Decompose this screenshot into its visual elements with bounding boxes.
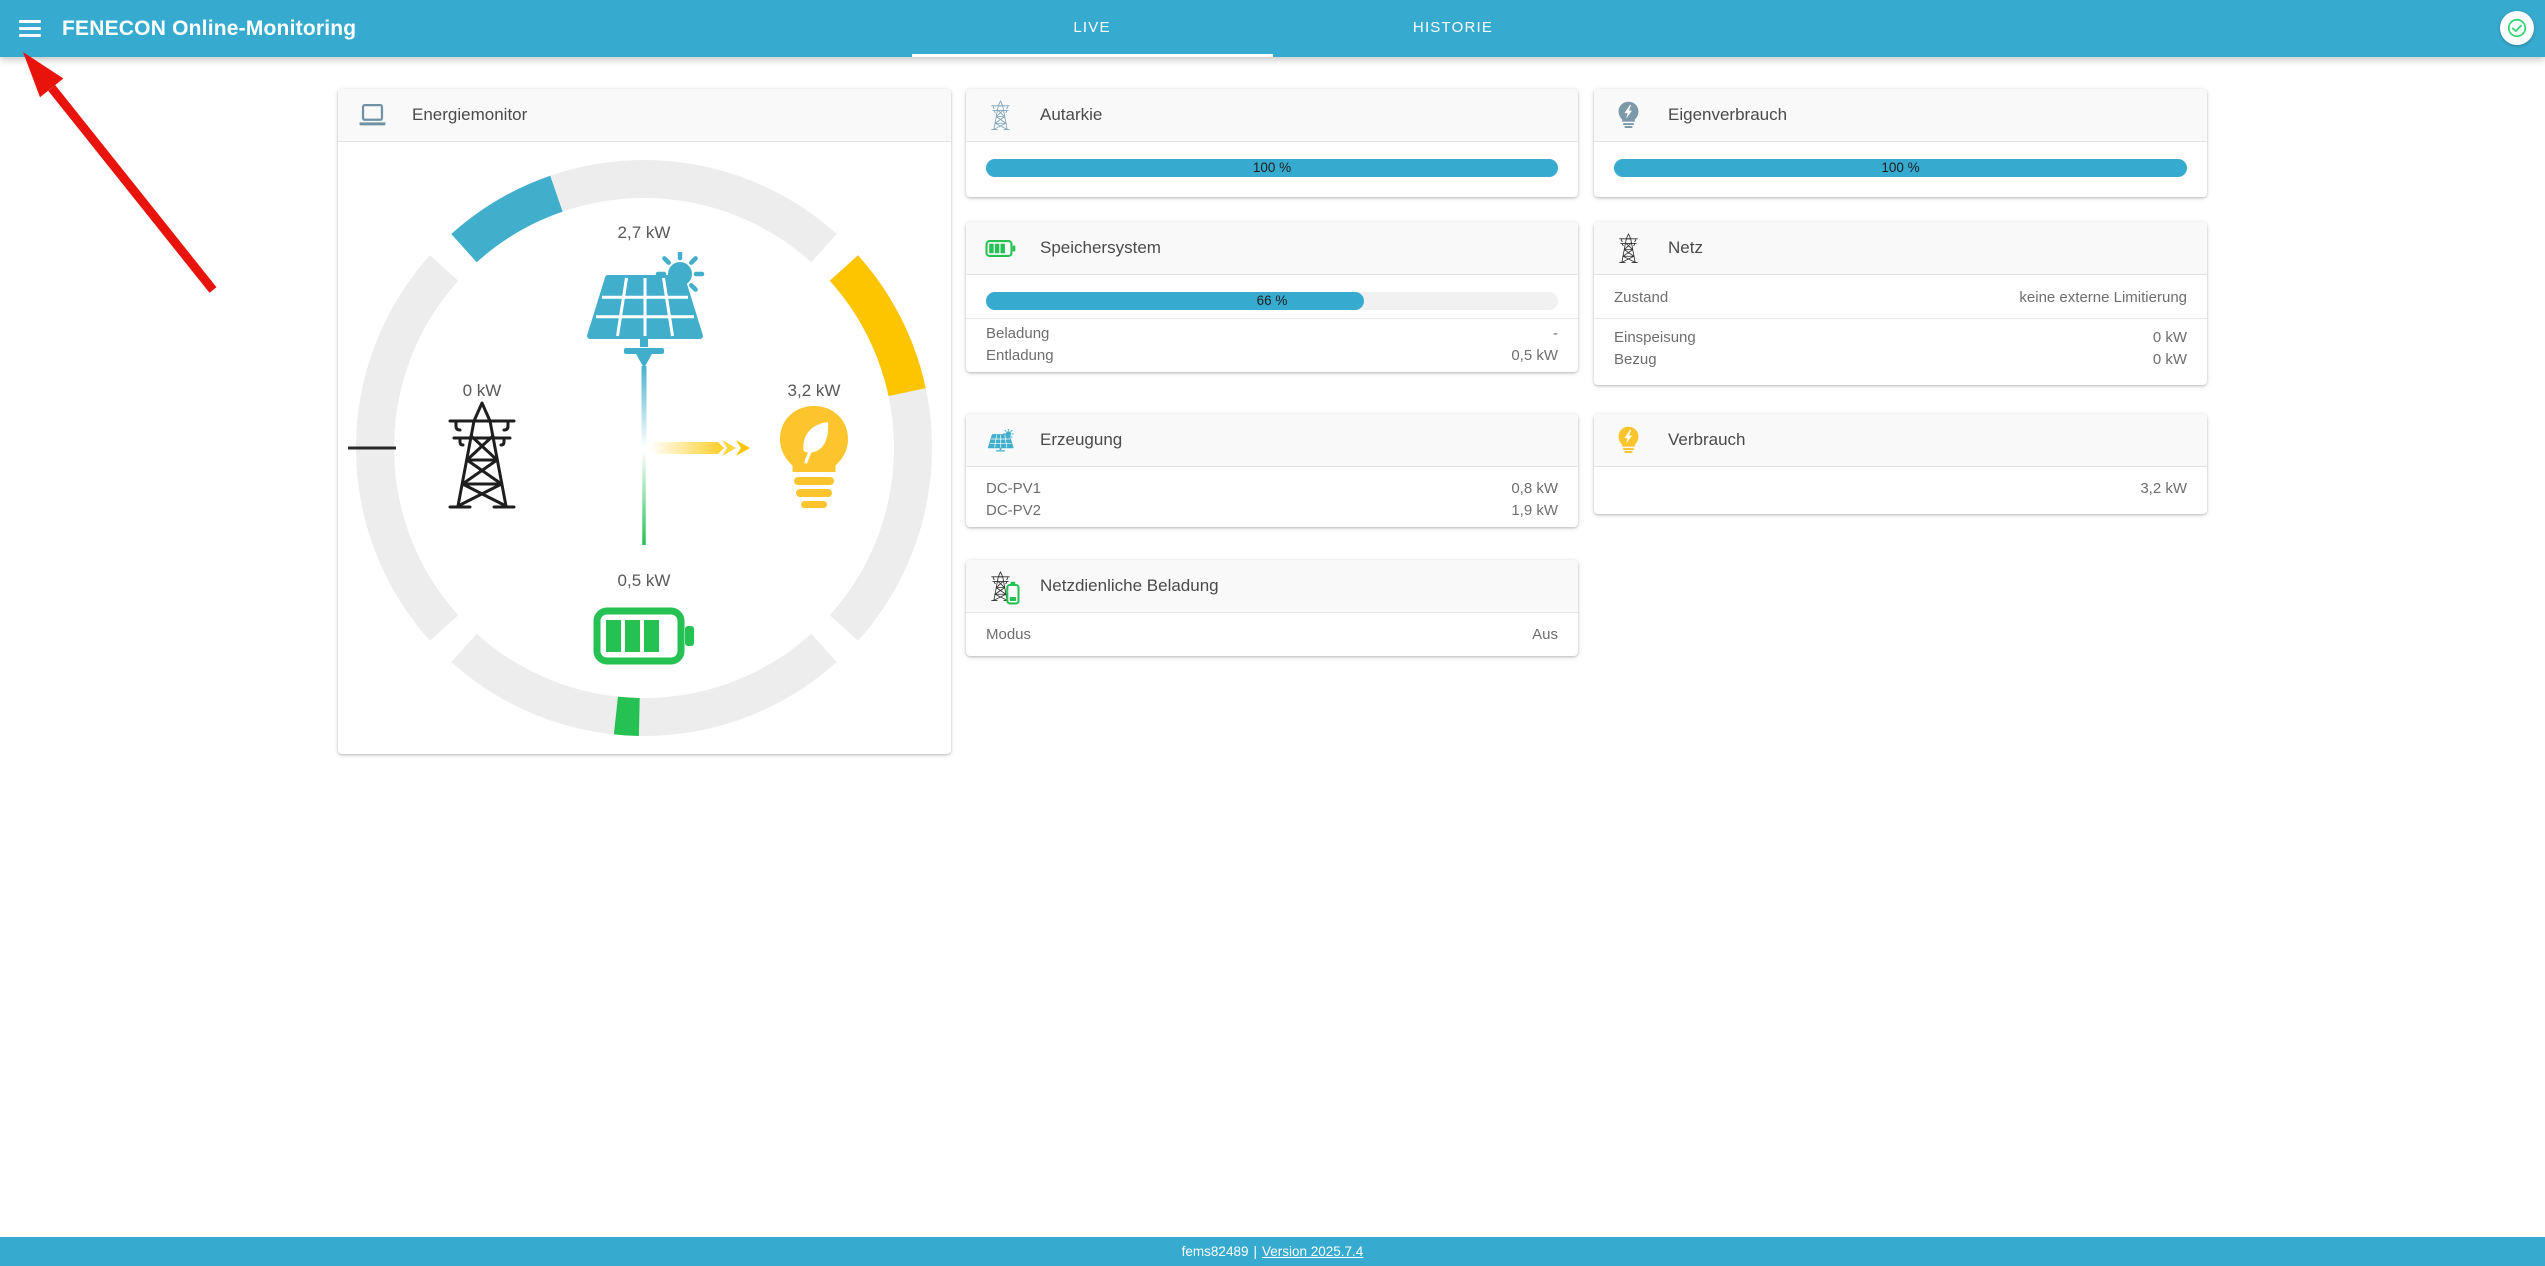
card-netzdienliche-beladung: Netzdienliche Beladung Modus Aus [966,560,1578,656]
row-label: DC-PV2 [986,500,1041,522]
table-row: Einspeisung 0 kW [1594,327,2207,349]
table-row: Bezug 0 kW [1594,349,2207,371]
hamburger-icon [19,20,41,23]
production-flow-arrow [636,354,652,368]
pylon-icon [982,100,1018,131]
battery-icon [597,611,694,661]
autarky-progress-label: 100 % [986,159,1558,177]
selfconsumption-progress-bar: 100 % [1614,159,2187,177]
row-label: Bezug [1614,349,1657,371]
selfconsumption-progress-label: 100 % [1614,159,2187,177]
row-value: 0 kW [2153,349,2187,371]
energy-flow-diagram: 2,7 kW 0 kW 3,2 kW 0,5 kW [344,148,944,748]
solar-panel-icon [982,429,1018,452]
card-title: Autarkie [1040,105,1102,125]
consumption-card-header[interactable]: Verbrauch [1594,414,2207,467]
storage-card-header[interactable]: Speichersystem [966,222,1578,275]
card-title: Energiemonitor [412,105,527,125]
row-label: Beladung [986,323,1049,345]
autarky-card-header[interactable]: Autarkie [966,89,1578,142]
app-title: FENECON Online-Monitoring [62,17,356,41]
consumption-flow-arrow [650,440,750,456]
row-value: keine externe Limitierung [2019,284,2187,312]
row-label: Zustand [1614,284,1668,312]
card-title: Speichersystem [1040,238,1161,258]
row-value: 1,9 kW [1511,500,1558,522]
card-autarkie: Autarkie 100 % [966,89,1578,197]
card-energymonitor: Energiemonitor [338,89,951,754]
version-link[interactable]: Version 2025.7.4 [1262,1244,1363,1259]
bulb-icon [1610,101,1646,129]
autarky-progress-bar: 100 % [986,159,1558,177]
selfconsumption-card-header[interactable]: Eigenverbrauch [1594,89,2207,142]
card-title: Netzdienliche Beladung [1040,576,1219,596]
card-title: Eigenverbrauch [1668,105,1787,125]
row-label: Einspeisung [1614,327,1696,349]
bulb-icon [1610,426,1646,454]
table-row: Zustand keine externe Limitierung [1594,284,2207,312]
consumption-arc [844,268,907,392]
row-value: 3,2 kW [2140,478,2187,500]
soc-progress-label: 66 % [986,292,1558,310]
production-arc [464,194,556,248]
card-verbrauch: Verbrauch 3,2 kW [1594,414,2207,514]
row-label: Entladung [986,345,1054,367]
row-label: DC-PV1 [986,478,1041,500]
row-value: 0,5 kW [1511,345,1558,367]
row-label: Modus [986,624,1031,646]
app-footer: fems82489 | Version 2025.7.4 [0,1237,2545,1266]
consumption-value: 3,2 kW [788,381,841,400]
production-card-header[interactable]: Erzeugung [966,414,1578,467]
card-erzeugung: Erzeugung DC-PV1 0,8 kW DC-PV2 1,9 kW [966,414,1578,527]
divider [1594,318,2207,319]
soc-progress-bar: 66 % [986,292,1558,310]
storage-arc [616,716,639,718]
tab-live[interactable]: LIVE [912,0,1273,57]
battery-icon [982,239,1018,258]
grid-card-header[interactable]: Netz [1594,222,2207,275]
app-header: FENECON Online-Monitoring LIVE HISTORIE [0,0,2545,57]
card-speichersystem: Speichersystem 66 % Beladung - Entladung… [966,222,1578,372]
row-value: 0,8 kW [1511,478,1558,500]
table-row: Beladung - [966,323,1578,345]
production-value: 2,7 kW [618,223,671,242]
footer-separator: | [1253,1244,1257,1259]
table-row: Modus Aus [966,624,1578,646]
row-value: - [1553,323,1558,345]
table-row: 3,2 kW [1594,478,2207,500]
storage-value: 0,5 kW [618,571,671,590]
card-eigenverbrauch: Eigenverbrauch 100 % [1594,89,2207,197]
card-title: Erzeugung [1040,430,1122,450]
connection-status-button[interactable] [2500,11,2534,45]
grid-pylon-icon [450,403,514,507]
tab-live-label: LIVE [1073,19,1110,36]
table-row: DC-PV2 1,9 kW [966,500,1578,522]
table-row: DC-PV1 0,8 kW [966,478,1578,500]
tab-historie-label: HISTORIE [1413,19,1493,36]
row-value: 0 kW [2153,327,2187,349]
card-netz: Netz Zustand keine externe Limitierung E… [1594,222,2207,385]
device-id: fems82489 [1182,1244,1249,1259]
check-circle-icon [2506,15,2528,41]
pylon-icon [1610,233,1646,264]
row-value: Aus [1532,624,1558,646]
card-title: Verbrauch [1668,430,1746,450]
tab-historie[interactable]: HISTORIE [1273,0,1634,57]
card-title: Netz [1668,238,1703,258]
pylon-battery-icon [982,571,1018,602]
gridfriendly-card-header[interactable]: Netzdienliche Beladung [966,560,1578,613]
menu-button[interactable] [12,11,48,47]
consumption-bulb-icon [780,406,848,508]
table-row: Entladung 0,5 kW [966,345,1578,367]
tab-bar: LIVE HISTORIE [912,0,1634,57]
solar-panel-icon [590,253,702,354]
monitor-icon [354,102,390,129]
grid-value: 0 kW [463,381,502,400]
divider [966,318,1578,319]
energymonitor-card-header[interactable]: Energiemonitor [338,89,951,142]
